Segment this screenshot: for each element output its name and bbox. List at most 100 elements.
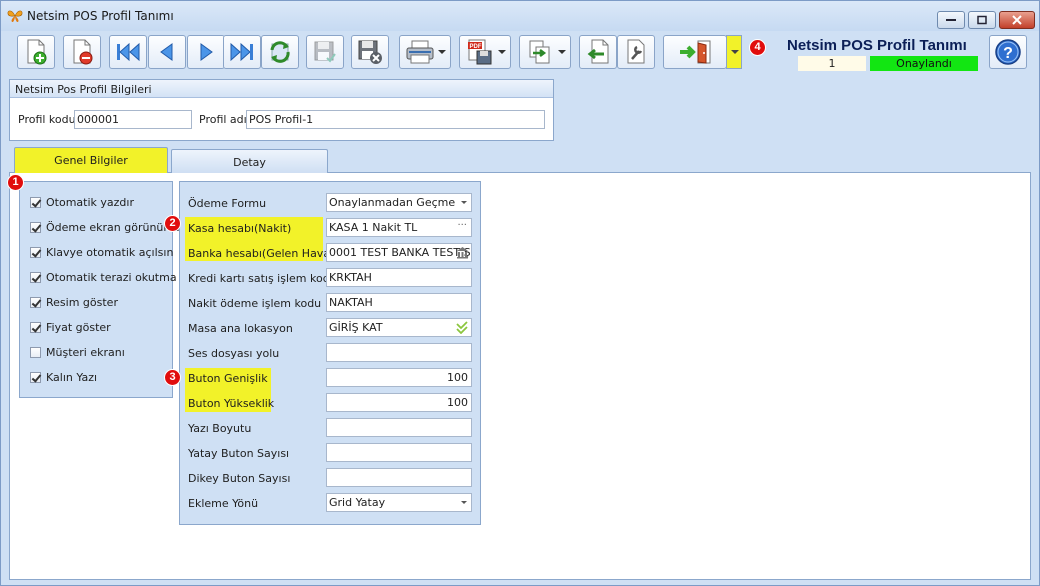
prev-record-button[interactable] [148, 35, 186, 69]
title-bar: Netsim POS Profil Tanımı [1, 1, 1039, 31]
checkbox-box[interactable] [30, 372, 41, 383]
banka-hesabi-input[interactable]: 0001 TEST BANKA TEST Ş [326, 243, 472, 262]
export-pdf-button[interactable]: PDF [459, 35, 511, 69]
last-record-button[interactable] [223, 35, 261, 69]
annotation-badge-1: 1 [7, 174, 24, 191]
next-record-button[interactable] [187, 35, 225, 69]
prev-icon [160, 43, 173, 61]
import-button[interactable] [579, 35, 617, 69]
odeme-formu-select[interactable]: Onaylanmadan Geçme [326, 193, 472, 212]
ellipsis-icon[interactable]: ··· [457, 220, 467, 231]
dikey-buton-label: Dikey Buton Sayısı [188, 472, 291, 485]
annotation-badge-3: 3 [164, 369, 181, 386]
profile-code-input[interactable]: 000001 [74, 110, 192, 129]
exit-dropdown-arrow [731, 50, 739, 54]
import-icon [587, 39, 609, 64]
checkbox-terazi[interactable]: Otomatik terazi okutma [30, 271, 177, 285]
close-button[interactable] [999, 11, 1035, 29]
profile-name-label: Profil adı [199, 113, 247, 126]
minimize-button[interactable] [937, 11, 965, 29]
yazi-boyutu-input[interactable] [326, 418, 472, 437]
ekleme-yonu-label: Ekleme Yönü [188, 497, 259, 510]
restore-icon [977, 15, 987, 25]
checkbox-box[interactable] [30, 272, 41, 283]
odeme-formu-label: Ödeme Formu [188, 197, 267, 210]
help-button[interactable]: ? [989, 35, 1027, 69]
profile-name-input[interactable]: POS Profil-1 [246, 110, 545, 129]
ses-dosyasi-input[interactable] [326, 343, 472, 362]
refresh-icon [270, 41, 290, 63]
checkbox-musteri[interactable]: Müşteri ekranı [30, 346, 125, 360]
print-button[interactable] [399, 35, 451, 69]
annotation-badge-2: 2 [164, 215, 181, 232]
profile-code-label: Profil kodu [18, 113, 76, 126]
transfer-icon [529, 40, 550, 64]
printer-icon [406, 40, 434, 64]
checkbox-otomatik-yazdir[interactable]: Otomatik yazdır [30, 196, 134, 210]
tab-detay[interactable]: Detay [171, 149, 328, 173]
yatay-buton-input[interactable] [326, 443, 472, 462]
checkbox-kalin-yazi[interactable]: Kalın Yazı [30, 371, 97, 385]
record-number: 1 [798, 56, 866, 71]
kredi-karti-input[interactable]: KRKTAH [326, 268, 472, 287]
svg-text:?: ? [1003, 45, 1013, 62]
dikey-buton-input[interactable] [326, 468, 472, 487]
close-icon [1012, 15, 1022, 25]
buton-genislik-input[interactable]: 100 [326, 368, 472, 387]
exit-dropdown-button[interactable] [726, 35, 742, 69]
checkbox-box[interactable] [30, 347, 41, 358]
save-button[interactable] [306, 35, 344, 69]
new-record-button[interactable] [17, 35, 55, 69]
checkbox-resim[interactable]: Resim göster [30, 296, 118, 310]
double-check-icon[interactable] [455, 321, 469, 334]
buton-genislik-label: Buton Genişlik [188, 372, 268, 385]
refresh-button[interactable] [261, 35, 299, 69]
form-title: Netsim POS Profil Tanımı [787, 37, 967, 54]
nakit-odeme-label: Nakit ödeme işlem kodu [188, 297, 322, 310]
butterfly-icon [7, 10, 23, 22]
ekleme-yonu-select[interactable]: Grid Yatay [326, 493, 472, 512]
banka-hesabi-label: Banka hesabı(Gelen Havale) [188, 247, 345, 260]
last-icon [230, 42, 253, 62]
kasa-hesabi-label: Kasa hesabı(Nakit) [188, 222, 292, 235]
svg-text:PDF: PDF [470, 44, 482, 50]
bank-icon[interactable] [456, 246, 469, 259]
kredi-karti-label: Kredi kartı satış işlem kodu [188, 272, 337, 285]
checkbox-box[interactable] [30, 247, 41, 258]
options-panel: Otomatik yazdır Ödeme ekran görünümü Kla… [19, 181, 181, 398]
transfer-dropdown-arrow[interactable] [558, 50, 566, 54]
save-close-button[interactable] [351, 35, 389, 69]
chevron-down-icon [461, 501, 467, 504]
checkbox-box[interactable] [30, 322, 41, 333]
yatay-buton-label: Yatay Buton Sayısı [188, 447, 290, 460]
transfer-button[interactable] [519, 35, 571, 69]
checkbox-fiyat[interactable]: Fiyat göster [30, 321, 111, 335]
checkbox-box[interactable] [30, 222, 41, 233]
checkbox-klavye[interactable]: Klavye otomatik açılsın [30, 246, 173, 260]
nakit-odeme-input[interactable]: NAKTAH [326, 293, 472, 312]
profile-group-title: Netsim Pos Profil Bilgileri [10, 80, 553, 98]
pdf-icon: PDF [468, 39, 492, 65]
buton-yukseklik-input[interactable]: 100 [326, 393, 472, 412]
kasa-hesabi-input[interactable]: KASA 1 Nakit TL ··· [326, 218, 472, 237]
checkbox-odeme-ekran[interactable]: Ödeme ekran görünümü [30, 221, 181, 235]
main-window: Netsim POS Profil Tanımı PDF 4 Netsim PO… [0, 0, 1040, 586]
tab-genel-bilgiler[interactable]: Genel Bilgiler [14, 147, 168, 173]
first-icon [117, 42, 140, 62]
new-document-icon [27, 39, 47, 65]
chevron-down-icon [461, 201, 467, 204]
window-title: Netsim POS Profil Tanımı [27, 9, 174, 23]
export-dropdown-arrow[interactable] [498, 50, 506, 54]
settings-button[interactable] [617, 35, 655, 69]
delete-document-icon [73, 39, 93, 65]
first-record-button[interactable] [109, 35, 147, 69]
exit-button[interactable] [663, 35, 727, 69]
status-badge: Onaylandı [870, 56, 978, 71]
delete-record-button[interactable] [63, 35, 101, 69]
maximize-button[interactable] [968, 11, 996, 29]
checkbox-box[interactable] [30, 297, 41, 308]
masa-lokasyon-input[interactable]: GİRİŞ KAT [326, 318, 472, 337]
print-dropdown-arrow[interactable] [438, 50, 446, 54]
exit-door-icon [680, 40, 711, 64]
checkbox-box[interactable] [30, 197, 41, 208]
